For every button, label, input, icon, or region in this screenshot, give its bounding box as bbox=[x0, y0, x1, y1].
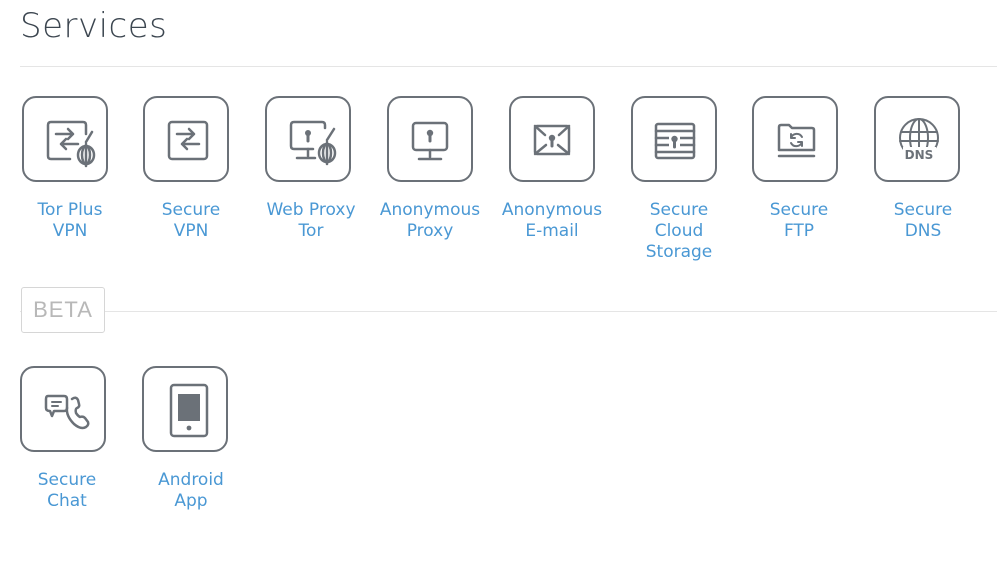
service-label-line1: Tor Plus bbox=[37, 200, 103, 220]
vpn-arrows-icon[interactable] bbox=[143, 96, 229, 182]
chat-phone-icon[interactable] bbox=[20, 366, 106, 452]
service-anonymous-proxy[interactable]: Anonymous Proxy bbox=[370, 96, 492, 256]
envelope-lock-icon[interactable] bbox=[509, 96, 595, 182]
service-anonymous-email[interactable]: Anonymous E-mail bbox=[492, 96, 614, 256]
service-secure-cloud-storage[interactable]: Secure Cloud Storage bbox=[614, 96, 736, 266]
beta-badge: BETA bbox=[21, 287, 105, 333]
service-label-line2: VPN bbox=[173, 221, 209, 241]
service-label-line2: FTP bbox=[783, 221, 815, 241]
service-label-line1: Web Proxy bbox=[266, 200, 356, 220]
service-label-line2: Chat bbox=[47, 491, 87, 511]
service-label-line2: DNS bbox=[904, 221, 942, 241]
storage-lock-icon[interactable] bbox=[631, 96, 717, 182]
service-secure-dns[interactable]: DNS Secure DNS bbox=[858, 96, 980, 256]
service-label-line2: Tor bbox=[298, 221, 324, 241]
page-title: Services bbox=[20, 6, 168, 46]
service-android-app[interactable]: Android App bbox=[126, 366, 248, 516]
service-label-line2: Proxy bbox=[406, 221, 454, 241]
service-label-line1: Secure bbox=[37, 470, 97, 490]
phone-device-icon[interactable] bbox=[142, 366, 228, 452]
service-label-line1: Secure bbox=[893, 200, 953, 220]
tor-vpn-icon[interactable] bbox=[22, 96, 108, 182]
service-web-proxy-tor[interactable]: Web Proxy Tor bbox=[248, 96, 370, 256]
service-label-line1: Secure bbox=[649, 200, 709, 220]
service-label-line1: Anonymous bbox=[379, 200, 481, 220]
service-secure-chat[interactable]: Secure Chat bbox=[2, 366, 124, 516]
service-label-line1: Secure bbox=[161, 200, 221, 220]
monitor-onion-icon[interactable] bbox=[265, 96, 351, 182]
service-tor-plus-vpn[interactable]: Tor Plus VPN bbox=[5, 96, 127, 256]
service-label-line2: E-mail bbox=[525, 221, 579, 241]
beta-divider bbox=[20, 311, 997, 312]
service-label-line1: Anonymous bbox=[501, 200, 603, 220]
globe-dns-icon[interactable]: DNS bbox=[874, 96, 960, 182]
service-label-line1: Android bbox=[158, 470, 224, 490]
monitor-lock-icon[interactable] bbox=[387, 96, 473, 182]
service-secure-ftp[interactable]: Secure FTP bbox=[736, 96, 858, 256]
service-label-line1: Secure bbox=[769, 200, 829, 220]
service-secure-vpn[interactable]: Secure VPN bbox=[127, 96, 249, 256]
service-label-line2: VPN bbox=[52, 221, 88, 241]
dns-icon-text: DNS bbox=[905, 148, 934, 162]
service-label-line2: App bbox=[174, 491, 208, 511]
service-label-line3: Storage bbox=[645, 242, 713, 262]
folder-sync-icon[interactable] bbox=[752, 96, 838, 182]
service-label-line2: Cloud bbox=[654, 221, 704, 241]
title-divider bbox=[20, 66, 997, 67]
